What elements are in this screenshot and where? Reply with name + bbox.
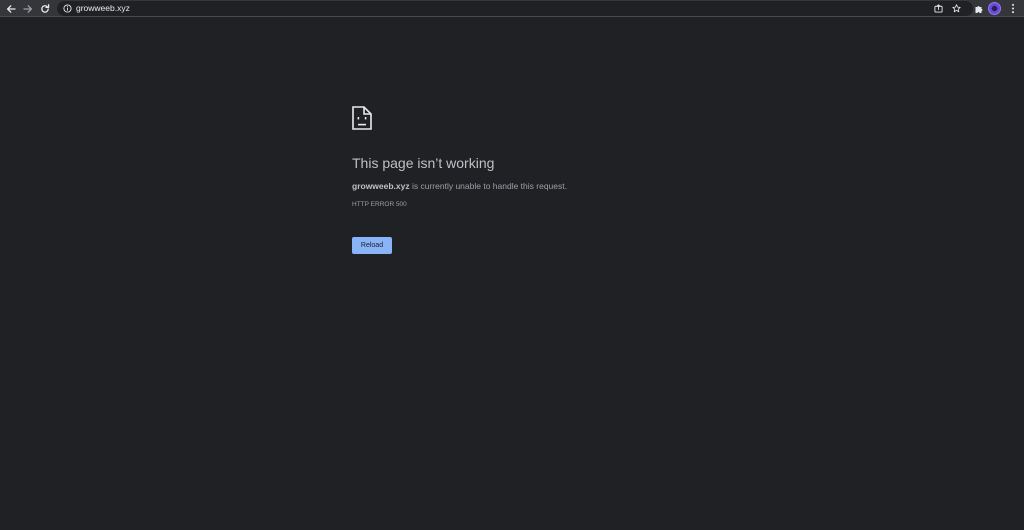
kebab-menu-icon — [1011, 3, 1014, 14]
browser-menu-button[interactable] — [1006, 2, 1019, 15]
error-summary-text: is currently unable to handle this reque… — [409, 181, 567, 191]
reload-page-button[interactable] — [38, 2, 52, 15]
url-text[interactable]: growweeb.xyz — [76, 2, 130, 15]
profile-avatar[interactable] — [988, 2, 1001, 15]
extensions-button[interactable] — [972, 2, 985, 15]
share-button[interactable] — [933, 3, 944, 14]
arrow-right-icon — [23, 4, 33, 13]
error-summary: growweeb.xyz is currently unable to hand… — [352, 180, 567, 192]
puzzle-icon — [975, 5, 982, 13]
reload-button[interactable]: Reload — [352, 237, 392, 254]
info-icon[interactable] — [63, 4, 72, 13]
error-headline: This page isn’t working — [352, 155, 495, 171]
reload-icon — [41, 3, 50, 13]
back-button[interactable] — [4, 2, 18, 15]
star-icon — [952, 4, 961, 13]
address-bar[interactable]: growweeb.xyz — [57, 1, 973, 16]
browser-toolbar: growweeb.xyz — [0, 0, 1024, 17]
arrow-left-icon — [6, 4, 16, 13]
error-host: growweeb.xyz — [352, 181, 410, 191]
sad-page-icon — [352, 106, 372, 130]
share-icon — [934, 4, 943, 13]
bookmark-button[interactable] — [951, 3, 962, 14]
forward-button[interactable] — [21, 2, 35, 15]
error-code: HTTP ERROR 500 — [352, 201, 407, 208]
